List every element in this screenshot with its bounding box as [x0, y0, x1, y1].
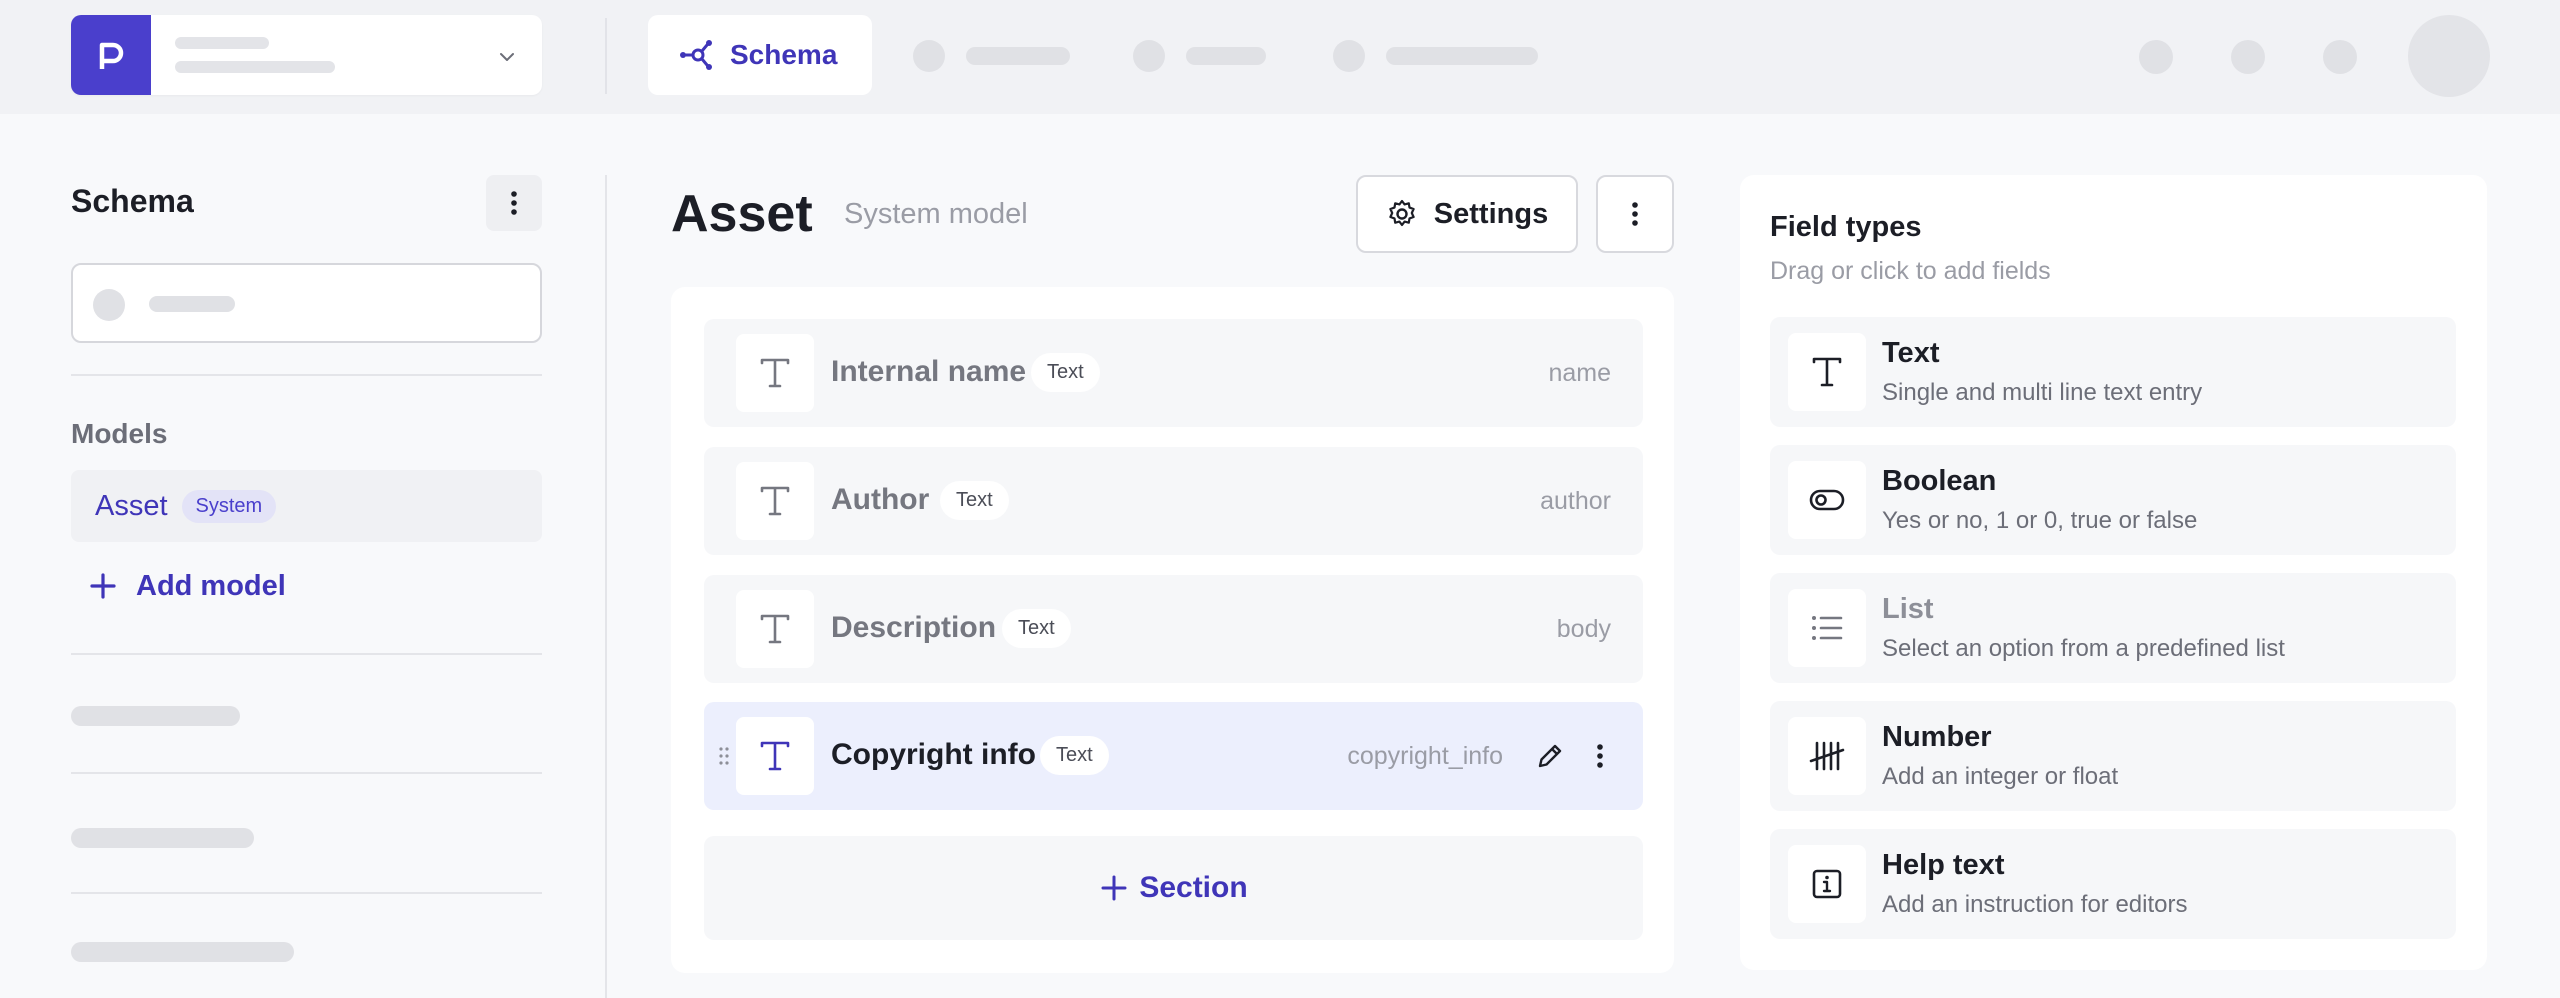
- field-name: Copyright info: [831, 738, 1036, 771]
- divider: [71, 374, 542, 376]
- project-switcher[interactable]: [71, 15, 542, 95]
- plus-icon: [90, 573, 116, 599]
- nav-icon-placeholder[interactable]: [913, 40, 945, 72]
- tab-schema-label: Schema: [730, 39, 838, 70]
- toolbar-icon-placeholder[interactable]: [2231, 40, 2265, 74]
- field-api-id: name: [1548, 359, 1611, 387]
- toolbar-icon-placeholder[interactable]: [2323, 40, 2357, 74]
- divider: [71, 653, 542, 655]
- nav-label-placeholder: [966, 47, 1070, 65]
- nav-icon-placeholder[interactable]: [1133, 40, 1165, 72]
- pencil-icon[interactable]: [1534, 740, 1566, 772]
- field-type-name: Text: [1882, 337, 1940, 369]
- sidebar-divider: [605, 175, 607, 998]
- field-row-selected[interactable]: Copyright info Text copyright_info: [704, 702, 1643, 810]
- search-icon: [93, 289, 125, 321]
- add-model-button[interactable]: Add model: [88, 563, 286, 609]
- kebab-menu-icon: [1632, 202, 1638, 226]
- info-icon: [1788, 845, 1866, 923]
- field-row[interactable]: Description Text body: [704, 575, 1643, 683]
- add-section-label: Section: [1139, 871, 1248, 904]
- field-type-boolean[interactable]: Boolean Yes or no, 1 or 0, true or false: [1770, 445, 2456, 555]
- settings-button[interactable]: Settings: [1356, 175, 1578, 253]
- nav-placeholder: [71, 828, 254, 848]
- brand-logo: [71, 15, 151, 95]
- field-type-name: List: [1882, 593, 1934, 625]
- text-icon: [736, 717, 814, 795]
- field-type-name: Help text: [1882, 849, 2005, 881]
- field-type-description: Select an option from a predefined list: [1882, 635, 2285, 662]
- text-icon: [1788, 333, 1866, 411]
- model-label: Asset: [95, 489, 168, 522]
- field-name: Description: [831, 611, 997, 644]
- field-type-description: Add an instruction for editors: [1882, 891, 2188, 918]
- field-type-name: Boolean: [1882, 465, 1997, 497]
- field-type-badge: Text: [1040, 736, 1109, 775]
- add-section-button[interactable]: Section: [704, 836, 1643, 940]
- plus-icon: [1101, 875, 1127, 901]
- nav-label-placeholder: [1386, 47, 1538, 65]
- text-icon: [736, 590, 814, 668]
- nav-label-placeholder: [1186, 47, 1266, 65]
- divider: [71, 772, 542, 774]
- toggle-icon: [1788, 461, 1866, 539]
- project-env-placeholder: [175, 61, 335, 73]
- list-icon: [1788, 589, 1866, 667]
- page-subtitle: System model: [844, 198, 1028, 230]
- model-search-input[interactable]: [71, 263, 542, 343]
- field-types-subtitle: Drag or click to add fields: [1770, 257, 2051, 285]
- toolbar-icon-placeholder[interactable]: [2139, 40, 2173, 74]
- sidebar-menu-button[interactable]: [486, 175, 542, 231]
- field-type-badge: Text: [1002, 609, 1071, 648]
- field-api-id: copyright_info: [1347, 742, 1503, 770]
- schema-icon: [680, 40, 712, 70]
- field-type-description: Yes or no, 1 or 0, true or false: [1882, 507, 2198, 534]
- system-badge: System: [181, 489, 277, 523]
- field-name: Internal name: [831, 355, 1027, 388]
- field-types-title: Field types: [1770, 211, 1922, 243]
- nav-placeholder: [71, 942, 294, 962]
- drag-handle-icon[interactable]: [718, 746, 730, 766]
- tally-icon: [1788, 717, 1866, 795]
- avatar[interactable]: [2408, 15, 2490, 97]
- model-more-button[interactable]: [1596, 175, 1674, 253]
- field-type-list[interactable]: List Select an option from a predefined …: [1770, 573, 2456, 683]
- sidebar-item-asset[interactable]: Asset System: [71, 470, 542, 542]
- field-type-help-text[interactable]: Help text Add an instruction for editors: [1770, 829, 2456, 939]
- logo-icon: [99, 42, 124, 69]
- gear-icon: [1389, 199, 1415, 227]
- field-type-badge: Text: [940, 481, 1009, 520]
- text-icon: [736, 462, 814, 540]
- field-type-badge: Text: [1031, 353, 1100, 392]
- field-type-number[interactable]: Number Add an integer or float: [1770, 701, 2456, 811]
- models-heading: Models: [71, 418, 168, 449]
- chevron-down-icon: [500, 53, 514, 61]
- settings-label: Settings: [1433, 197, 1549, 230]
- add-model-label: Add model: [136, 569, 286, 602]
- field-type-name: Number: [1882, 721, 1992, 753]
- kebab-menu-icon: [1597, 744, 1603, 768]
- field-type-text[interactable]: Text Single and multi line text entry: [1770, 317, 2456, 427]
- text-icon: [736, 334, 814, 412]
- field-api-id: author: [1540, 487, 1611, 515]
- topbar-divider: [605, 18, 607, 94]
- field-more-button[interactable]: [1582, 738, 1618, 774]
- top-bar: Schema: [0, 0, 2560, 114]
- field-api-id: body: [1556, 615, 1611, 643]
- project-name-placeholder: [175, 37, 269, 49]
- field-name: Author: [831, 483, 930, 516]
- divider: [71, 892, 542, 894]
- kebab-menu-icon: [511, 191, 517, 215]
- sidebar-title: Schema: [71, 183, 194, 219]
- nav-icon-placeholder[interactable]: [1333, 40, 1365, 72]
- field-type-description: Add an integer or float: [1882, 763, 2119, 790]
- field-row[interactable]: Author Text author: [704, 447, 1643, 555]
- search-placeholder: [149, 296, 235, 312]
- field-row[interactable]: Internal name Text name: [704, 319, 1643, 427]
- nav-placeholder: [71, 706, 240, 726]
- tab-schema[interactable]: Schema: [648, 15, 872, 95]
- page-title: Asset: [671, 185, 813, 243]
- field-type-description: Single and multi line text entry: [1882, 379, 2203, 406]
